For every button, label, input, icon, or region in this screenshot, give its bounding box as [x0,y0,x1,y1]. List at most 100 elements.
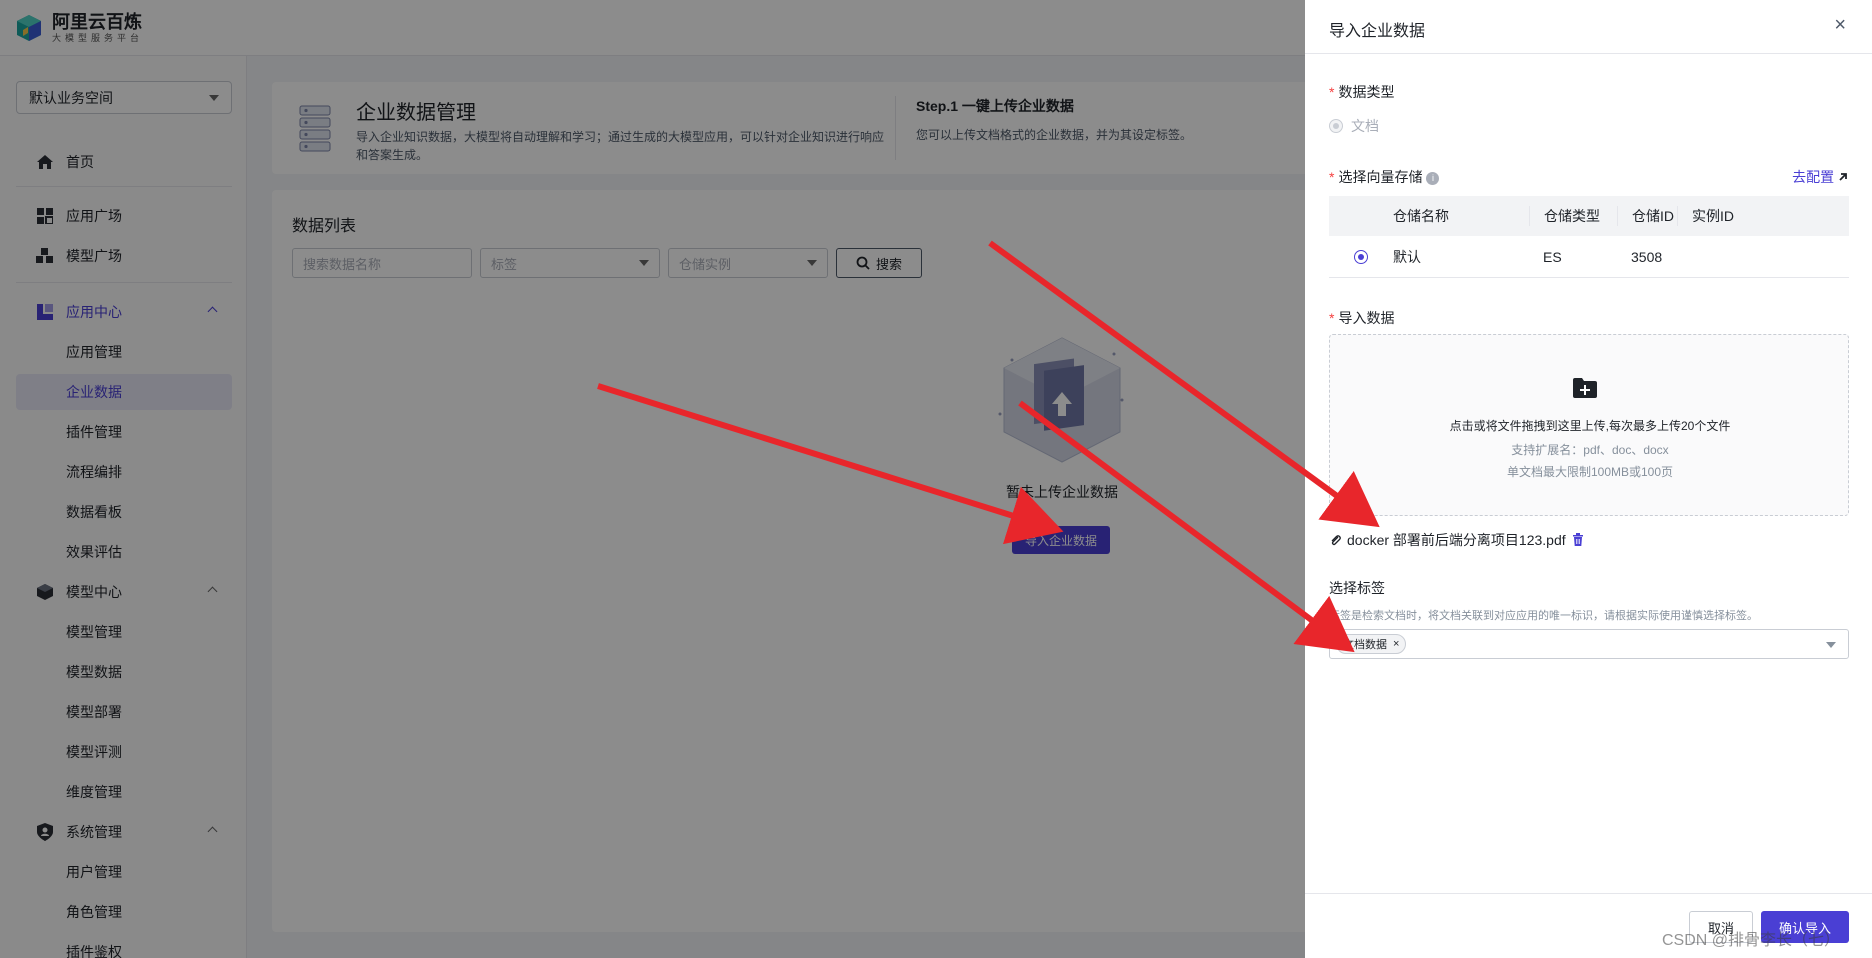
header-card: 企业数据管理 导入企业知识数据，大模型将自动理解和学习；通过生成的大模型应用，可… [272,82,1312,174]
home-icon [36,153,54,171]
sidebar-item-app-plaza[interactable]: 应用广场 [16,198,232,234]
empty-upload-illustration [998,337,1124,463]
sidebar-item-label: 用户管理 [66,864,122,880]
external-link-icon [1839,173,1847,181]
import-drawer: 导入企业数据 × * 数据类型 文档 * 选择向量存储 i 去配置 仓储名称 仓储类型… [1305,0,1872,958]
sidebar-item-dimension-management[interactable]: 维度管理 [16,774,232,810]
store-filter-placeholder: 仓储实例 [679,256,732,272]
sidebar-item-label: 首页 [66,154,94,170]
chevron-up-icon [207,826,218,837]
step-title: Step.1 一键上传企业数据 [916,98,1074,114]
tag-select[interactable]: 文档数据 × [1329,629,1849,659]
sidebar-item-label: 数据看板 [66,504,122,520]
close-icon[interactable]: × [1834,14,1846,37]
header-divider [895,96,896,160]
step-description: 您可以上传文档格式的企业数据，并为其设定标签。 [916,128,1193,142]
sidebar-item-model-deployment[interactable]: 模型部署 [16,694,232,730]
folder-add-icon [1573,378,1597,398]
col-store-name: 仓储名称 [1393,208,1449,224]
cubes-icon [36,247,54,265]
col-store-type: 仓储类型 [1529,206,1617,226]
sidebar-item-plugin-auth[interactable]: 插件鉴权 [16,934,232,958]
sidebar-item-role-management[interactable]: 角色管理 [16,894,232,930]
go-config-label: 去配置 [1792,169,1835,185]
paperclip-icon [1331,535,1341,546]
sidebar-item-label: 模型评测 [66,744,122,760]
info-icon[interactable]: i [1426,171,1440,185]
brand[interactable]: 阿里云百炼 大模型服务平台 [52,12,143,44]
import-data-label-text: 导入数据 [1338,310,1395,326]
vector-store-label-text: 选择向量存储 [1338,169,1423,185]
tag-label: 选择标签 [1329,580,1385,596]
required-mark: * [1329,310,1335,326]
cell-store-id: 3508 [1631,248,1663,265]
data-type-label-text: 数据类型 [1338,84,1395,100]
tag-description: 标签是检索文档时，将文档关联到对应应用的唯一标识，请根据实际使用谨慎选择标签。 [1329,610,1758,622]
sidebar-item-model-plaza[interactable]: 模型广场 [16,238,232,274]
store-filter-select[interactable]: 仓储实例 [668,248,828,278]
sidebar-group-system-management[interactable]: 系统管理 [16,814,232,850]
data-type-option-label: 文档 [1351,118,1379,134]
sidebar-item-label: 效果评估 [66,544,122,560]
uploaded-file-item: docker 部署前后端分离项目123.pdf [1329,530,1584,550]
sidebar-item-model-evaluation[interactable]: 模型评测 [16,734,232,770]
csdn-watermark: CSDN @排骨李长（七） [1662,932,1841,949]
row-radio-cell[interactable] [1329,249,1393,264]
trash-icon[interactable] [1572,533,1584,547]
upload-main-text: 点击或将文件拖拽到这里上传,每次最多上传20个文件 [1449,419,1731,433]
sidebar-item-effect-evaluation[interactable]: 效果评估 [16,534,232,570]
sidebar-item-model-management[interactable]: 模型管理 [16,614,232,650]
sidebar-item-flow-orchestration[interactable]: 流程编排 [16,454,232,490]
data-type-option-doc[interactable]: 文档 [1329,116,1379,136]
radio-disabled [1329,119,1343,133]
search-button[interactable]: 搜索 [836,248,922,278]
sidebar-item-label: 插件管理 [66,424,122,440]
empty-state-text: 暂未上传企业数据 [1006,484,1118,500]
shield-user-icon [36,823,54,841]
table-row[interactable]: 默认 ES 3508 [1329,236,1849,278]
brand-subtitle: 大模型服务平台 [52,32,144,43]
required-mark: * [1329,84,1335,100]
vector-store-table: 仓储名称 仓储类型 仓储ID 实例ID 默认 ES 3508 [1329,196,1849,278]
app-center-icon [36,303,54,321]
sidebar-group-app-center[interactable]: 应用中心 [16,294,232,330]
sidebar-item-data-dashboard[interactable]: 数据看板 [16,494,232,530]
sidebar-item-plugin-management[interactable]: 插件管理 [16,414,232,450]
search-icon [856,256,870,270]
sidebar-item-label: 角色管理 [66,904,122,920]
workspace-select[interactable]: 默认业务空间 [16,81,232,114]
search-input[interactable]: 搜索数据名称 [292,248,472,278]
search-placeholder: 搜索数据名称 [303,256,382,272]
tag-chip-label: 文档数据 [1343,639,1387,651]
remove-tag-icon[interactable]: × [1393,638,1399,650]
tag-chip: 文档数据 × [1336,634,1407,654]
sidebar-item-app-management[interactable]: 应用管理 [16,334,232,370]
vector-store-label: * 选择向量存储 i [1329,167,1440,187]
radio-selected[interactable] [1354,249,1368,264]
import-enterprise-data-button[interactable]: 导入企业数据 [1012,526,1110,554]
page-title: 企业数据管理 [356,102,476,124]
sidebar-item-label: 应用管理 [66,344,122,360]
cell-store-name: 默认 [1393,248,1421,265]
sidebar-item-user-management[interactable]: 用户管理 [16,854,232,890]
database-stack-icon [299,105,331,152]
sidebar-item-label: 流程编排 [66,464,122,480]
uploaded-file-name[interactable]: docker 部署前后端分离项目123.pdf [1347,530,1566,550]
col-store-id: 仓储ID [1617,206,1677,226]
tag-filter-select[interactable]: 标签 [480,248,660,278]
sidebar-item-label: 应用中心 [66,304,122,320]
sidebar-item-label: 应用广场 [66,208,122,224]
caret-down-icon [807,260,817,266]
cell-store-type: ES [1543,248,1562,265]
sidebar-group-model-center[interactable]: 模型中心 [16,574,232,610]
sidebar-item-home[interactable]: 首页 [16,144,232,180]
sidebar-item-label: 模型广场 [66,248,122,264]
sidebar: 默认业务空间 首页 应用广场 模型广场 应用中心 应用管理 企业数据 插件管理 … [0,56,247,958]
workspace-value: 默认业务空间 [29,89,113,106]
import-data-label: * 导入数据 [1329,308,1394,328]
sidebar-item-model-data[interactable]: 模型数据 [16,654,232,690]
required-mark: * [1329,169,1335,185]
go-config-link[interactable]: 去配置 [1792,167,1848,187]
sidebar-item-enterprise-data[interactable]: 企业数据 [16,374,232,410]
upload-dropzone[interactable]: 点击或将文件拖拽到这里上传,每次最多上传20个文件 支持扩展名：pdf、doc、… [1329,334,1849,516]
